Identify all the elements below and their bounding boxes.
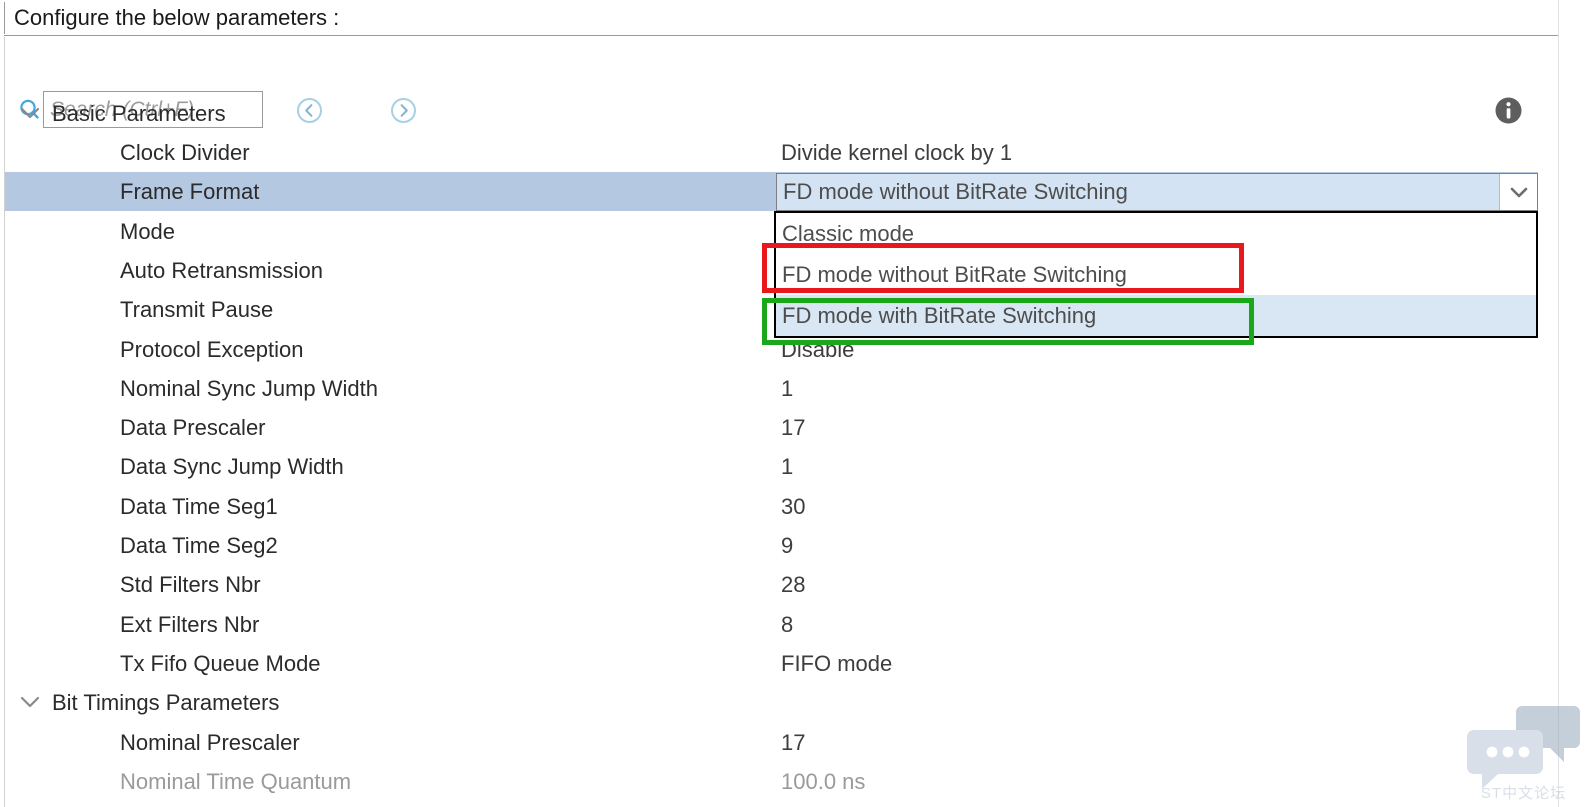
parameter-row[interactable]: Data Time Seg2 9 [5,526,1538,565]
frame-format-combobox[interactable]: FD mode without BitRate Switching [776,173,1538,211]
row-value[interactable]: 17 [781,415,805,441]
row-value[interactable]: 100.0 ns [781,769,865,795]
watermark-label: ST中文论坛 [1480,785,1567,802]
row-label: Protocol Exception [120,336,304,362]
parameter-row[interactable]: Data Prescaler 17 [5,408,1538,447]
row-label: Data Sync Jump Width [120,453,344,479]
combobox-value: FD mode without BitRate Switching [783,179,1128,204]
configure-parameters-panel: Configure the below parameters : Search … [0,0,1595,807]
row-value[interactable]: 30 [781,494,805,520]
parameter-row[interactable]: Nominal Time Quantum 100.0 ns [5,762,1538,801]
row-label: Data Time Seg1 [120,493,278,519]
row-label: Data Prescaler [120,414,266,440]
parameter-row[interactable]: Nominal Sync Jump Width 1 [5,369,1538,408]
row-label: Auto Retransmission [120,257,323,283]
row-label: Nominal Prescaler [120,729,300,755]
parameter-row[interactable]: Nominal Prescaler 17 [5,723,1538,762]
row-label: Tx Fifo Queue Mode [120,650,321,676]
dropdown-option[interactable]: FD mode without BitRate Switching [776,254,1536,295]
row-label: Transmit Pause [120,296,274,322]
parameter-row[interactable]: Std Filters Nbr 28 [5,565,1538,604]
frame-format-dropdown-list[interactable]: Classic mode FD mode without BitRate Swit… [774,211,1538,338]
row-label: Ext Filters Nbr [120,611,260,637]
row-label: Mode [120,218,176,244]
chevron-down-icon[interactable] [19,695,41,709]
row-value[interactable]: Disable [781,337,854,363]
row-label: Nominal Time Quantum [120,768,352,794]
row-label: Bit Timings Parameters [52,689,280,715]
row-value[interactable]: 9 [781,533,793,559]
row-value[interactable]: 8 [781,612,793,638]
parameter-row[interactable]: Ext Filters Nbr 8 [5,605,1538,644]
page-title: Configure the below parameters : [14,4,340,30]
parameter-row[interactable]: Data Sync Jump Width 1 [5,447,1538,486]
search-toolbar [0,44,1595,128]
parameter-row[interactable]: Tx Fifo Queue Mode FIFO mode [5,644,1538,683]
row-value[interactable]: 17 [781,730,805,756]
dropdown-option[interactable]: FD mode with BitRate Switching [776,295,1536,336]
chevron-down-icon[interactable] [1499,174,1537,210]
right-gutter [1558,0,1595,807]
row-label: Frame Format [120,178,260,204]
row-value[interactable]: Divide kernel clock by 1 [781,140,1012,166]
row-value[interactable]: 1 [781,376,793,402]
watermark: ST中文论坛 [1452,700,1595,807]
row-label: Std Filters Nbr [120,571,261,597]
title-left-rule [4,2,5,34]
row-label: Clock Divider [120,139,250,165]
group-row[interactable]: Bit Timings Parameters [5,683,1538,722]
row-value[interactable]: 28 [781,572,805,598]
chat-bubbles-icon [1467,706,1580,789]
row-label: Data Time Seg2 [120,532,278,558]
dropdown-option[interactable]: Classic mode [776,213,1536,254]
title-bar: Configure the below parameters : [4,0,1595,36]
row-value[interactable]: 1 [781,454,793,480]
chevron-down-icon[interactable] [19,106,41,120]
row-value[interactable]: FIFO mode [781,651,892,677]
group-row[interactable]: Basic Parameters [5,94,1538,133]
row-label: Nominal Sync Jump Width [120,375,378,401]
parameter-row[interactable]: Clock Divider Divide kernel clock by 1 [5,133,1538,172]
parameter-row[interactable]: Data Time Seg1 30 [5,487,1538,526]
row-label: Basic Parameters [52,100,226,126]
